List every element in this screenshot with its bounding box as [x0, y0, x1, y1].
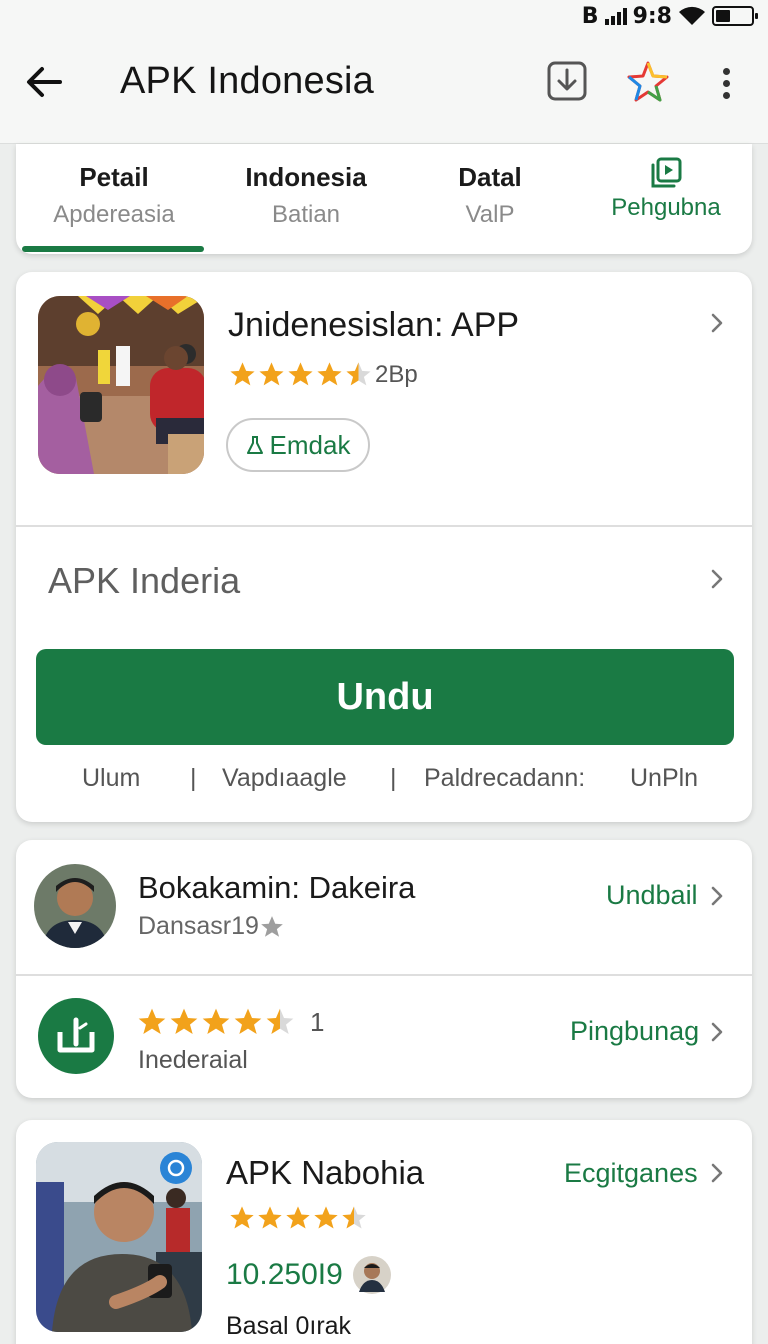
chevron-right-icon[interactable] [706, 312, 728, 334]
star-outline-icon [627, 61, 669, 102]
download-app-icon [57, 1017, 95, 1053]
chevron-right-icon[interactable] [706, 1021, 728, 1043]
star-icon [170, 1008, 198, 1034]
meta-separator: | [190, 764, 197, 792]
star-icon [342, 1206, 366, 1229]
download-queue-button[interactable] [546, 60, 594, 108]
active-tab-indicator [22, 246, 204, 252]
developer-avatar [34, 864, 116, 948]
status-icons: B 9:8 [581, 2, 758, 30]
status-left-glyph: B [581, 3, 599, 29]
developer-sub-text: Dansasr19 [138, 912, 259, 940]
tab-title: Datal [458, 162, 522, 192]
battery-icon [712, 6, 758, 26]
app-bar: APK Indonesia [0, 32, 768, 144]
related-app-card: APK Nabohia Ecgitganes 10.250I9 Basal 0ı… [16, 1120, 752, 1344]
play-star-button[interactable] [626, 60, 674, 108]
star-icon [346, 362, 371, 386]
chevron-right-icon[interactable] [706, 1162, 728, 1184]
rating-link[interactable]: Pingbunag [570, 1016, 699, 1047]
developer-card: Bokakamin: Dakeira Dansasr19 Undbail 1 I… [16, 840, 752, 1098]
divider [16, 525, 752, 527]
arrow-back-icon [27, 67, 62, 97]
tab-title: Petail [79, 162, 149, 192]
star-icon [259, 362, 284, 386]
tab-subtitle: Batian [271, 201, 341, 228]
rating-stars [228, 360, 373, 389]
meta-item: UnPln [630, 764, 699, 792]
star-icon [288, 362, 313, 386]
tab-subtitle: Apdereasia [53, 201, 175, 228]
chip-button[interactable]: Emdak [226, 418, 370, 472]
app-rating: 2Bp [228, 360, 418, 389]
star-icon [230, 362, 255, 386]
status-bar: B 9:8 [0, 0, 768, 32]
star-icon [202, 1008, 230, 1034]
app-detail-card: Jnidenesislan: APP 2Bp Emdak APK Inderia… [16, 272, 752, 822]
download-box-icon [547, 61, 587, 101]
tab-title: Indonesia [245, 162, 367, 192]
related-app-thumbnail [36, 1142, 202, 1332]
tab-subtitle: ValP [465, 201, 515, 228]
tab-indonesia[interactable]: Indonesia Batian [212, 144, 400, 254]
related-number: 10.250I9 [226, 1258, 343, 1291]
rating-count: 2Bp [375, 360, 418, 388]
app-subtitle: APK Inderia [48, 560, 241, 601]
star-icon [234, 1008, 262, 1034]
developer-name: Bokakamin: Dakeira [138, 870, 416, 905]
chevron-right-icon[interactable] [706, 568, 728, 590]
app-name: Jnidenesislan: APP [228, 306, 520, 344]
app-thumbnail [38, 296, 204, 474]
page-title: APK Indonesia [120, 60, 374, 102]
back-button[interactable] [24, 62, 78, 106]
tab-strip: Petail Apdereasia Indonesia Batian Datal… [16, 144, 752, 254]
app-meta-row: Ulum | Vapdıaagle | Paldrecadann: UnPln [16, 762, 752, 802]
star-icon [286, 1206, 310, 1229]
star-icon [261, 915, 283, 937]
star-icon [138, 1008, 166, 1034]
library-icon [651, 157, 682, 188]
divider [16, 974, 752, 976]
star-icon [266, 1008, 294, 1034]
rating-stars [136, 1006, 296, 1038]
star-icon [230, 1206, 254, 1229]
developer-link[interactable]: Undbail [606, 880, 698, 911]
related-link[interactable]: Ecgitganes [564, 1158, 698, 1189]
developer-sub: Dansasr19 [138, 912, 285, 941]
meta-separator: | [390, 764, 397, 792]
tab-pehgubna[interactable]: Pehgubna [580, 144, 752, 254]
avatar [352, 1256, 391, 1294]
related-app-name: APK Nabohia [226, 1154, 425, 1191]
meta-item: Ulum [82, 764, 141, 792]
star-icon [317, 362, 342, 386]
signal-icon [604, 7, 627, 25]
tab-datal[interactable]: Datal ValP [400, 144, 580, 254]
more-options-button[interactable] [704, 60, 748, 108]
meta-item: Paldrecadann: [424, 764, 586, 792]
flask-icon [246, 436, 263, 454]
related-number-row: 10.250I9 [226, 1256, 391, 1294]
meta-item: Vapdıaagle [222, 764, 347, 792]
chevron-right-icon[interactable] [706, 885, 728, 907]
rating-row: 1 [136, 1006, 324, 1038]
tab-subtitle: Pehgubna [611, 194, 721, 221]
wifi-icon [679, 6, 705, 26]
status-time: 9:8 [632, 3, 672, 29]
more-vert-icon [722, 68, 730, 75]
download-button[interactable]: Undu [36, 649, 734, 745]
rating-app-icon [38, 998, 114, 1074]
tab-petail[interactable]: Petail Apdereasia [16, 144, 212, 254]
rating-stars [228, 1204, 368, 1232]
chip-label: Emdak [269, 429, 351, 460]
rating-label: Inederaial [138, 1046, 248, 1074]
star-icon [314, 1206, 338, 1229]
star-icon [258, 1206, 282, 1229]
rating-count: 1 [310, 1006, 325, 1037]
related-sub: Basal 0ırak [226, 1312, 352, 1340]
